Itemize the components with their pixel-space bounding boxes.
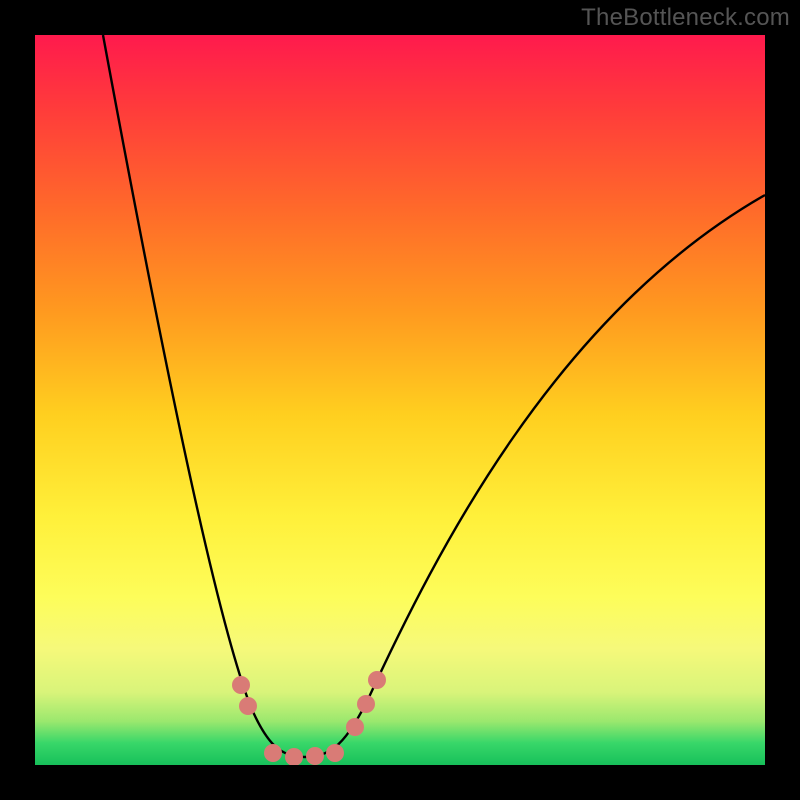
curve-layer	[35, 35, 765, 765]
optimal-zone-markers	[232, 671, 386, 765]
optimal-marker	[326, 744, 344, 762]
optimal-marker	[239, 697, 257, 715]
chart-frame: TheBottleneck.com	[0, 0, 800, 800]
optimal-marker	[285, 748, 303, 765]
watermark-text: TheBottleneck.com	[581, 4, 790, 32]
optimal-marker	[368, 671, 386, 689]
optimal-marker	[357, 695, 375, 713]
gradient-background	[35, 35, 765, 765]
optimal-marker	[264, 744, 282, 762]
optimal-marker	[346, 718, 364, 736]
bottleneck-curve	[103, 35, 765, 757]
optimal-marker	[306, 747, 324, 765]
optimal-marker	[232, 676, 250, 694]
